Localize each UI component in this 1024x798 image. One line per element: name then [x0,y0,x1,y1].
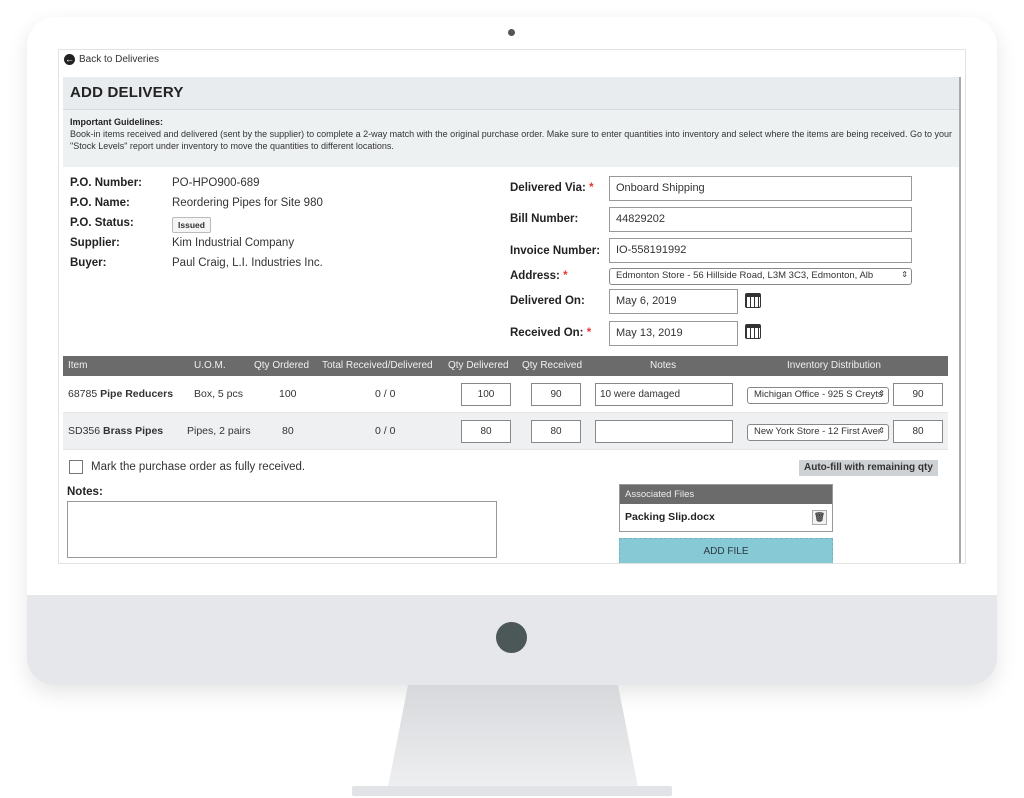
delivered-via-input[interactable]: Onboard Shipping [609,176,912,201]
delivered-via-label: Delivered Via: * [510,182,594,194]
address-value: Edmonton Store - 56 Hillside Road, L3M 3… [616,270,874,281]
po-number-value: PO-HPO900-689 [172,177,260,189]
monitor-stand [388,685,638,787]
trash-icon[interactable]: 🗑 [812,510,827,525]
col-total-received: Total Received/Delivered [322,360,433,371]
file-item[interactable]: Packing Slip.docx 🗑 [620,504,832,532]
supplier-label: Supplier: [70,237,120,249]
associated-files-box: Associated Files Packing Slip.docx 🗑 [619,484,833,532]
po-name-label: P.O. Name: [70,197,130,209]
total-received-cell: 0 / 0 [375,388,396,400]
bill-number-label: Bill Number: [510,213,579,225]
mark-received-label: Mark the purchase order as fully receive… [91,461,306,473]
col-inventory-distribution: Inventory Distribution [787,360,881,371]
total-received-cell: 0 / 0 [375,425,396,437]
notes-label: Notes: [67,486,103,498]
col-qty-ordered: Qty Ordered [254,360,310,371]
table-row: SD356 Brass Pipes Pipes, 2 pairs 80 0 / … [63,413,948,450]
table-row: 68785 Pipe Reducers Box, 5 pcs 100 0 / 0… [63,376,948,413]
uom-cell: Box, 5 pcs [194,388,244,400]
chevron-updown-icon: ⇕ [878,426,885,435]
camera-icon [508,29,515,36]
qty-delivered-input[interactable]: 80 [461,420,511,443]
guidelines-text: Book-in items received and delivered (se… [70,129,952,151]
qty-received-input[interactable]: 80 [531,420,581,443]
inventory-location-select[interactable]: Michigan Office - 925 S Creyts ⇕ [747,387,889,404]
received-on-input[interactable]: May 13, 2019 [609,321,738,346]
item-cell: SD356 Brass Pipes [68,425,164,437]
back-to-deliveries-link[interactable]: ← Back to Deliveries [64,54,159,65]
notes-textarea[interactable] [67,501,497,558]
back-link-label: Back to Deliveries [79,54,160,65]
invoice-number-label: Invoice Number: [510,245,601,257]
address-label: Address: * [510,270,568,282]
distribution-qty-input[interactable]: 80 [893,420,943,443]
qty-ordered-cell: 100 [279,388,297,400]
inventory-location-select[interactable]: New York Store - 12 First Aver ⇕ [747,424,889,441]
monitor-stand-base [352,786,672,796]
calendar-icon[interactable] [745,293,761,308]
location-value: New York Store - 12 First Aver [754,426,882,437]
invoice-number-input[interactable]: IO-558191992 [609,238,912,263]
buyer-label: Buyer: [70,257,107,269]
col-qty-delivered: Qty Delivered [448,360,509,371]
delivery-form: P.O. Number: PO-HPO900-689 P.O. Name: Re… [63,167,959,355]
po-number-label: P.O. Number: [70,177,142,189]
page-title: ADD DELIVERY [63,77,959,109]
status-badge: Issued [172,217,211,233]
col-qty-received: Qty Received [522,360,583,371]
item-cell: 68785 Pipe Reducers [68,388,174,400]
guidelines-box: Important Guidelines: Book-in items rece… [63,109,959,167]
app-screen: ← Back to Deliveries ADD DELIVERY Import… [58,49,966,564]
distribution-qty-input[interactable]: 90 [893,383,943,406]
address-select[interactable]: Edmonton Store - 56 Hillside Road, L3M 3… [609,268,912,285]
mark-received-checkbox[interactable] [69,460,83,474]
row-notes-input[interactable]: 10 were damaged [595,383,733,406]
qty-ordered-cell: 80 [282,425,294,437]
qty-received-input[interactable]: 90 [531,383,581,406]
po-name-value: Reordering Pipes for Site 980 [172,197,323,209]
guidelines-heading: Important Guidelines: [70,117,164,127]
bill-number-input[interactable]: 44829202 [609,207,912,232]
calendar-icon[interactable] [745,324,761,339]
items-table: Item U.O.M. Qty Ordered Total Received/D… [63,356,948,450]
delivered-on-input[interactable]: May 6, 2019 [609,289,738,314]
col-item: Item [68,360,88,371]
table-header: Item U.O.M. Qty Ordered Total Received/D… [63,356,948,376]
qty-delivered-input[interactable]: 100 [461,383,511,406]
add-file-button[interactable]: ADD FILE [619,538,833,563]
location-value: Michigan Office - 925 S Creyts [754,389,883,400]
col-notes: Notes [650,360,677,371]
received-on-label: Received On: * [510,327,592,339]
supplier-value: Kim Industrial Company [172,237,295,249]
file-name: Packing Slip.docx [625,511,715,523]
chevron-updown-icon: ⇕ [901,270,908,279]
back-arrow-icon: ← [64,54,75,65]
mark-received-row[interactable]: Mark the purchase order as fully receive… [69,460,305,474]
delivered-on-label: Delivered On: [510,295,585,307]
po-status-label: P.O. Status: [70,217,134,229]
autofill-button[interactable]: Auto-fill with remaining qty [799,460,938,476]
uom-cell: Pipes, 2 pairs [187,425,251,437]
files-header: Associated Files [620,485,832,504]
col-uom: U.O.M. [194,360,226,371]
buyer-value: Paul Craig, L.I. Industries Inc. [172,257,323,269]
chevron-updown-icon: ⇕ [878,389,885,398]
power-button-icon [496,622,527,653]
row-notes-input[interactable] [595,420,733,443]
